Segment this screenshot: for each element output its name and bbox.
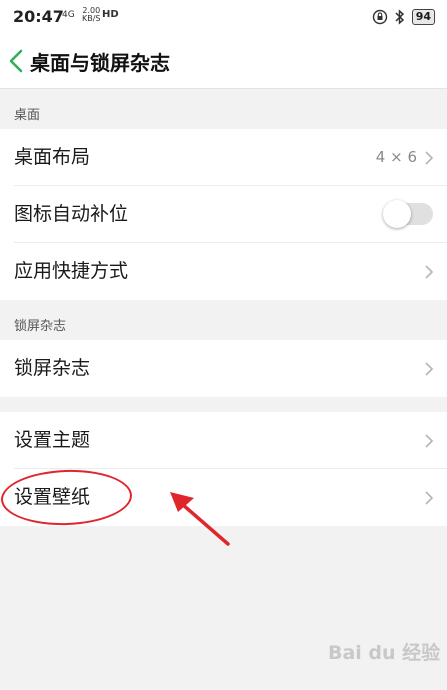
section-title-lockscreen: 锁屏杂志 bbox=[14, 319, 67, 334]
setting-row-set-theme[interactable]: 设置主题 bbox=[0, 412, 447, 469]
desktop-layout-value: 4 × 6 bbox=[375, 148, 417, 166]
section-header-desktop: 桌面 bbox=[0, 89, 447, 129]
toggle-knob bbox=[383, 200, 411, 228]
lock-rotation-icon bbox=[372, 9, 387, 25]
status-bar: 20:47 4G 2.00 KB/S HD 94 bbox=[0, 0, 447, 34]
watermark: Bai du 经验 bbox=[328, 642, 441, 664]
app-header: 桌面与锁屏杂志 bbox=[0, 34, 447, 89]
section-title-desktop: 桌面 bbox=[14, 108, 41, 123]
status-time: 20:47 bbox=[13, 7, 64, 26]
setting-row-desktop-layout[interactable]: 桌面布局 4 × 6 bbox=[0, 129, 447, 186]
bluetooth-icon bbox=[395, 9, 404, 25]
status-icons: 94 bbox=[372, 9, 435, 25]
desktop-layout-label: 桌面布局 bbox=[14, 146, 91, 168]
chevron-right-icon bbox=[425, 362, 434, 376]
section-header-lockscreen: 锁屏杂志 bbox=[0, 300, 447, 340]
network-speed-unit: KB/S bbox=[82, 14, 101, 23]
chevron-right-icon bbox=[425, 434, 434, 448]
page-title: 桌面与锁屏杂志 bbox=[30, 51, 170, 75]
lockscreen-magazine-label: 锁屏杂志 bbox=[14, 357, 91, 379]
signal-indicator: 4G bbox=[62, 10, 75, 20]
hd-indicator: HD bbox=[102, 9, 119, 20]
network-speed: 2.00 KB/S bbox=[82, 7, 101, 23]
chevron-right-icon bbox=[425, 265, 434, 279]
icon-auto-fill-label: 图标自动补位 bbox=[14, 203, 129, 225]
chevron-right-icon bbox=[425, 151, 434, 165]
set-theme-label: 设置主题 bbox=[14, 429, 91, 451]
icon-auto-fill-toggle[interactable] bbox=[383, 200, 433, 228]
setting-row-lockscreen-magazine[interactable]: 锁屏杂志 bbox=[0, 340, 447, 397]
app-shortcuts-label: 应用快捷方式 bbox=[14, 260, 129, 282]
setting-row-icon-auto-fill: 图标自动补位 bbox=[0, 186, 447, 243]
back-arrow-icon[interactable] bbox=[4, 46, 28, 76]
setting-row-app-shortcuts[interactable]: 应用快捷方式 bbox=[0, 243, 447, 300]
battery-indicator: 94 bbox=[411, 9, 435, 25]
annotation-arrow-icon bbox=[170, 492, 230, 546]
chevron-right-icon bbox=[425, 491, 434, 505]
